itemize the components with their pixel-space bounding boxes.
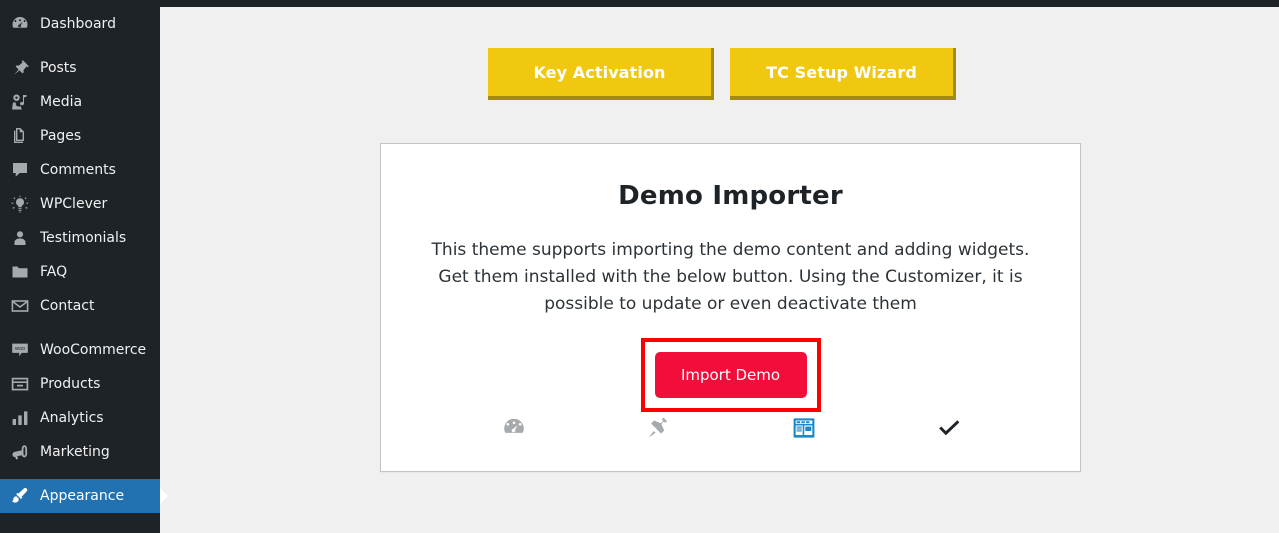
sidebar-item-faq[interactable]: FAQ [0,255,160,289]
media-icon [9,91,31,113]
admin-bar [0,0,1279,7]
sidebar-item-label: Marketing [40,444,110,460]
sidebar-separator [0,41,160,51]
svg-text:woo: woo [15,346,25,352]
sidebar-separator [0,469,160,479]
wp-admin-screen: Dashboard Posts Media Pages Comments WPClever… [0,0,1279,533]
products-icon [9,373,31,395]
sidebar-item-label: WooCommerce [40,342,147,358]
pages-icon [9,125,31,147]
sidebar-item-appearance[interactable]: Appearance [0,479,168,513]
sidebar-item-posts[interactable]: Posts [0,51,160,85]
widgets-icon [791,415,817,441]
check-icon [936,415,962,441]
bar-chart-icon [9,407,31,429]
sidebar-item-label: Analytics [40,410,104,426]
lightbulb-icon [9,193,31,215]
sidebar-item-label: Pages [40,128,82,144]
sidebar-item-label: Posts [40,60,77,76]
sidebar-item-contact[interactable]: Contact [0,289,160,323]
sidebar-item-label: Appearance [40,488,125,504]
user-icon [9,227,31,249]
sidebar-item-comments[interactable]: Comments [0,153,160,187]
step-widgets [732,412,877,444]
sidebar-item-label: Products [40,376,101,392]
tc-setup-wizard-button[interactable]: TC Setup Wizard [730,48,956,100]
card-title: Demo Importer [618,181,843,211]
step-plug [586,412,731,444]
sidebar-item-label: Dashboard [40,16,116,32]
folder-icon [9,261,31,283]
sidebar-item-products[interactable]: Products [0,367,160,401]
sidebar-item-woocommerce[interactable]: woo WooCommerce [0,333,160,367]
sidebar-item-marketing[interactable]: Marketing [0,435,160,469]
demo-importer-card: Demo Importer This theme supports import… [380,143,1081,472]
sidebar-item-label: FAQ [40,264,68,280]
step-gauge [441,412,586,444]
plug-icon [645,414,673,442]
sidebar-separator [0,323,160,333]
top-action-buttons: Key Activation TC Setup Wizard [488,48,956,100]
admin-sidebar-menu: Dashboard Posts Media Pages Comments WPClever… [0,0,168,533]
main-content: Key Activation TC Setup Wizard Demo Impo… [160,7,1279,533]
sidebar-item-dashboard[interactable]: Dashboard [0,7,160,41]
woocommerce-icon: woo [9,339,31,361]
key-activation-button[interactable]: Key Activation [488,48,714,100]
envelope-icon [9,295,31,317]
megaphone-icon [9,441,31,463]
import-demo-button[interactable]: Import Demo [654,352,807,398]
sidebar-item-label: Comments [40,162,116,178]
sidebar-item-label: Testimonials [40,230,127,246]
sidebar-item-label: Media [40,94,83,110]
import-demo-highlight: Import Demo [640,338,821,412]
step-check [877,412,1022,444]
comments-icon [9,159,31,181]
paintbrush-icon [9,485,31,507]
dashboard-icon [9,13,31,35]
card-description: This theme supports importing the demo c… [431,240,1030,314]
gauge-icon [500,414,528,442]
sidebar-item-wpclever[interactable]: WPClever [0,187,160,221]
sidebar-item-label: WPClever [40,196,108,212]
import-steps [441,412,1022,444]
sidebar-item-pages[interactable]: Pages [0,119,160,153]
sidebar-item-label: Contact [40,298,95,314]
sidebar-item-media[interactable]: Media [0,85,160,119]
pin-icon [9,57,31,79]
sidebar-item-testimonials[interactable]: Testimonials [0,221,160,255]
sidebar-item-analytics[interactable]: Analytics [0,401,160,435]
